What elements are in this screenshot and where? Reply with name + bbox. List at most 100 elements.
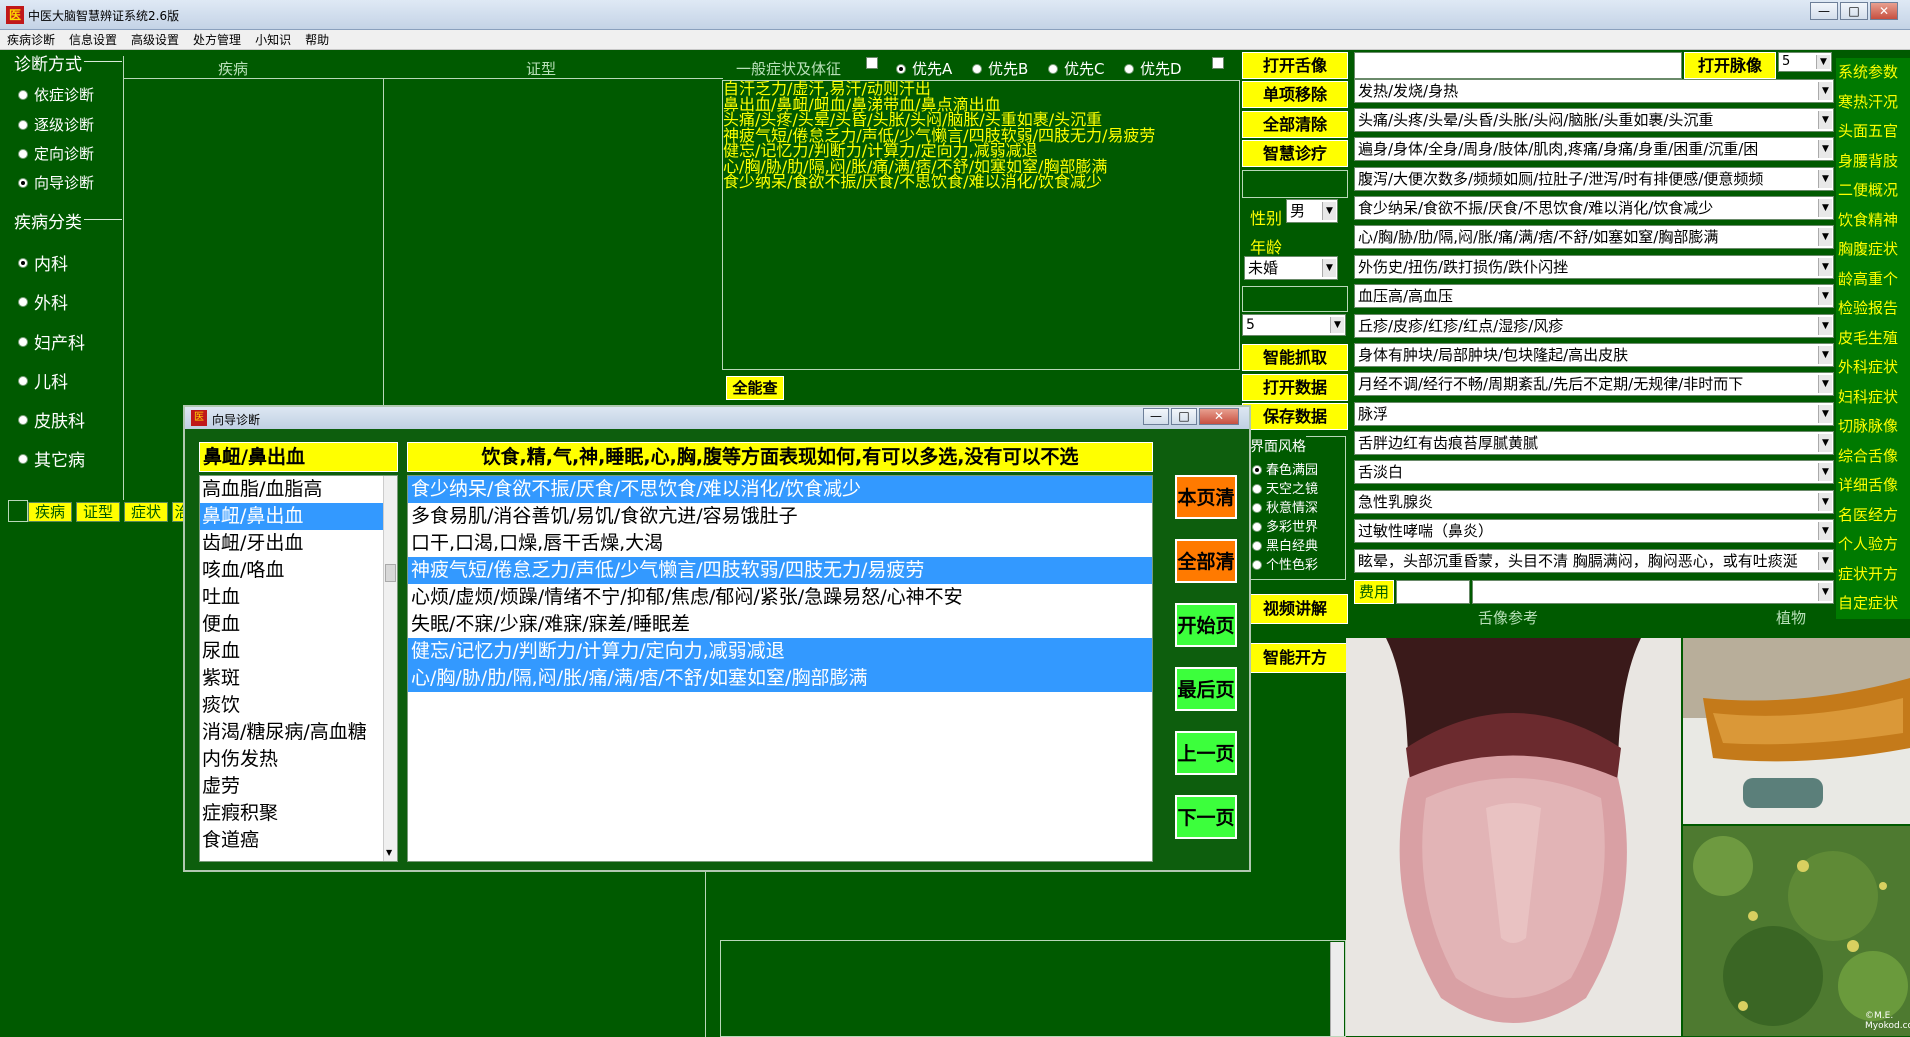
first-page-button[interactable]: 开始页 bbox=[1175, 603, 1237, 647]
nav-body-back-limbs[interactable]: 身腰背肢 bbox=[1836, 146, 1910, 176]
symptom-item[interactable]: 食少纳呆/食欲不振/厌食/不思饮食/难以消化/饮食减少 bbox=[408, 476, 1152, 503]
tab-symptom[interactable]: 症状 bbox=[124, 502, 168, 522]
symptom-combo[interactable]: 外伤史/扭伤/跌打损伤/跌仆闪挫 ▼ bbox=[1354, 255, 1834, 279]
list-item[interactable]: 便血 bbox=[200, 611, 397, 638]
next-page-button[interactable]: 下一页 bbox=[1175, 795, 1237, 839]
dialog-close-button[interactable]: ✕ bbox=[1199, 408, 1239, 425]
radio-dermatology[interactable]: 皮肤科 bbox=[18, 407, 85, 432]
nav-tongue-detail[interactable]: 详细舌像 bbox=[1836, 471, 1910, 501]
last-page-button[interactable]: 最后页 bbox=[1175, 667, 1237, 711]
menu-item-info-settings[interactable]: 信息设置 bbox=[62, 30, 124, 50]
radio-internal[interactable]: 内科 bbox=[18, 250, 68, 275]
list-item[interactable]: 虚劳 bbox=[200, 773, 397, 800]
list-scrollbar[interactable]: ▼ bbox=[383, 476, 397, 861]
list-item[interactable]: 食道癌 bbox=[200, 827, 397, 854]
symptom-combo[interactable]: 过敏性哮喘（鼻炎） ▼ bbox=[1354, 519, 1834, 543]
open-pulse-button[interactable]: 打开脉像 bbox=[1684, 52, 1776, 79]
scroll-down-icon[interactable]: ▼ bbox=[386, 848, 392, 857]
symptom-combo[interactable]: 心/胸/胁/肋/隔,闷/胀/痛/满/痞/不舒/如塞如窒/胸部膨满 ▼ bbox=[1354, 225, 1834, 249]
radio-directed[interactable]: 定向诊断 bbox=[18, 143, 94, 164]
pulse-count-select[interactable]: 5 ▼ bbox=[1778, 52, 1832, 72]
symptom-combo[interactable]: 眩晕，头部沉重昏蒙，头目不清 胸膈满闷，胸闷恶心，或有吐痰涎 ▼ bbox=[1354, 549, 1834, 573]
list-item[interactable]: 紫斑 bbox=[200, 665, 397, 692]
list-item[interactable]: 消渴/糖尿病/高血糖 bbox=[200, 719, 397, 746]
symptom-item[interactable]: 心/胸/胁/肋/隔,闷/胀/痛/满/痞/不舒/如塞如窒/胸部膨满 bbox=[408, 665, 1152, 692]
radio-style-spring[interactable]: 春色满园 bbox=[1252, 459, 1318, 478]
radio-guided[interactable]: 向导诊断 bbox=[18, 172, 94, 193]
nav-personal-formulas[interactable]: 个人验方 bbox=[1836, 530, 1910, 560]
menu-item-disease-diagnosis[interactable]: 疾病诊断 bbox=[0, 30, 62, 50]
radio-step-by-step[interactable]: 逐级诊断 bbox=[18, 114, 94, 135]
symptom-item[interactable]: 神疲气短/倦怠乏力/声低/少气懒言/四肢软弱/四肢无力/易疲劳 bbox=[408, 557, 1152, 584]
radio-priority-b[interactable]: 优先B bbox=[972, 58, 1028, 79]
nav-chest-abdomen[interactable]: 胸腹症状 bbox=[1836, 235, 1910, 265]
list-item[interactable]: 高血脂/血脂高 bbox=[200, 476, 397, 503]
radio-style-sky[interactable]: 天空之镜 bbox=[1252, 478, 1318, 497]
radio-surgery[interactable]: 外科 bbox=[18, 289, 68, 314]
query-all-button[interactable]: 全能查 bbox=[726, 376, 784, 400]
list-item[interactable]: 鼻衄/鼻出血 bbox=[200, 503, 397, 530]
list-item[interactable]: 尿血 bbox=[200, 638, 397, 665]
maximize-button[interactable]: □ bbox=[1840, 2, 1868, 20]
list-item[interactable]: 咳血/咯血 bbox=[200, 557, 397, 584]
nav-cold-heat-sweat[interactable]: 寒热汗况 bbox=[1836, 87, 1910, 117]
minimize-button[interactable]: — bbox=[1810, 2, 1838, 20]
nav-system-params[interactable]: 系统参数 bbox=[1836, 58, 1910, 88]
list-item[interactable]: 痰饮 bbox=[200, 692, 397, 719]
tab-disease[interactable]: 疾病 bbox=[28, 502, 72, 522]
nav-head-face[interactable]: 头面五官 bbox=[1836, 117, 1910, 147]
smart-fetch-button[interactable]: 智能抓取 bbox=[1242, 344, 1348, 371]
marital-select[interactable]: 未婚 ▼ bbox=[1244, 256, 1338, 280]
list-item[interactable]: 吐血 bbox=[200, 584, 397, 611]
menu-item-prescription[interactable]: 处方管理 bbox=[186, 30, 248, 50]
nav-gyn-symptoms[interactable]: 妇科症状 bbox=[1836, 382, 1910, 412]
menu-item-help[interactable]: 帮助 bbox=[298, 30, 336, 50]
nav-diet-spirit[interactable]: 饮食精神 bbox=[1836, 205, 1910, 235]
nav-custom-symptoms[interactable]: 自定症状 bbox=[1836, 589, 1910, 619]
save-data-button[interactable]: 保存数据 bbox=[1242, 403, 1348, 430]
nav-surgical-symptoms[interactable]: 外科症状 bbox=[1836, 353, 1910, 383]
symptom-combo[interactable]: 食少纳呆/食欲不振/厌食/不思饮食/难以消化/饮食减少 ▼ bbox=[1354, 196, 1834, 220]
nav-famous-formulas[interactable]: 名医经方 bbox=[1836, 500, 1910, 530]
clear-all-dialog-button[interactable]: 全部清 bbox=[1175, 539, 1237, 583]
symptom-combo[interactable]: 身体有肿块/局部肿块/包块隆起/高出皮肤 ▼ bbox=[1354, 343, 1834, 367]
symptom-combo[interactable]: 丘疹/皮疹/红疹/红点/湿疹/风疹 ▼ bbox=[1354, 314, 1834, 338]
symptom-combo[interactable]: 急性乳腺炎 ▼ bbox=[1354, 490, 1834, 514]
dialog-symptom-list[interactable]: 食少纳呆/食欲不振/厌食/不思饮食/难以消化/饮食减少 多食易肌/消谷善饥/易饥… bbox=[407, 475, 1153, 862]
symptom-combo[interactable]: 头痛/头疼/头晕/头昏/头胀/头闷/脑胀/头重如裹/头沉重 ▼ bbox=[1354, 108, 1834, 132]
priority-checkbox[interactable] bbox=[1212, 57, 1224, 69]
radio-style-classic[interactable]: 黑白经典 bbox=[1252, 535, 1318, 554]
disease-list[interactable] bbox=[124, 79, 382, 407]
pulse-input[interactable] bbox=[1354, 52, 1682, 79]
symptom-combo[interactable]: 血压高/高血压 ▼ bbox=[1354, 284, 1834, 308]
nav-bowel-urine[interactable]: 二便概况 bbox=[1836, 176, 1910, 206]
nav-tongue-summary[interactable]: 综合舌像 bbox=[1836, 441, 1910, 471]
general-symptom-area[interactable]: 自汗乏力/虚汗,易汗/动则汗出 鼻出血/鼻衄/衄血/鼻涕带血/鼻点滴出血 头痛/… bbox=[722, 80, 1240, 370]
video-guide-button[interactable]: 视频讲解 bbox=[1242, 594, 1348, 624]
count-select[interactable]: 5 ▼ bbox=[1242, 314, 1346, 336]
symptom-combo[interactable]: 月经不调/经行不畅/周期紊乱/先后不定期/无规律/非时而下 ▼ bbox=[1354, 372, 1834, 396]
dialog-disease-list[interactable]: 高血脂/血脂高 鼻衄/鼻出血 齿衄/牙出血 咳血/咯血 吐血 便血 尿血 紫斑 … bbox=[199, 475, 398, 862]
radio-priority-a[interactable]: 优先A bbox=[896, 58, 952, 79]
radio-other[interactable]: 其它病 bbox=[18, 446, 85, 471]
symptom-item[interactable]: 多食易肌/消谷善饥/易饥/食欲亢进/容易饿肚子 bbox=[408, 503, 1152, 530]
symptom-combo[interactable]: 腹泻/大便次数多/频频如厕/拉肚子/泄泻/时有排便感/便意频频 ▼ bbox=[1354, 167, 1834, 191]
list-item[interactable]: 齿衄/牙出血 bbox=[200, 530, 397, 557]
list-item[interactable]: 症瘕积聚 bbox=[200, 800, 397, 827]
radio-style-custom[interactable]: 个性色彩 bbox=[1252, 554, 1318, 573]
radio-by-symptom[interactable]: 依症诊断 bbox=[18, 84, 94, 105]
radio-style-autumn[interactable]: 秋意情深 bbox=[1252, 497, 1318, 516]
nav-pulse[interactable]: 切脉脉像 bbox=[1836, 412, 1910, 442]
close-button[interactable]: ✕ bbox=[1870, 2, 1898, 20]
symptom-item[interactable]: 口干,口渴,口燥,唇干舌燥,大渴 bbox=[408, 530, 1152, 557]
clear-all-button[interactable]: 全部清除 bbox=[1242, 111, 1348, 138]
fee-detail-select[interactable]: ▼ bbox=[1472, 580, 1834, 604]
smart-diagnose-button[interactable]: 智慧诊疗 bbox=[1242, 140, 1348, 167]
symptom-combo[interactable]: 舌胖边红有齿痕苔厚腻黄腻 ▼ bbox=[1354, 431, 1834, 455]
menu-item-tips[interactable]: 小知识 bbox=[248, 30, 298, 50]
result-area[interactable] bbox=[720, 940, 1346, 1037]
remove-item-button[interactable]: 单项移除 bbox=[1242, 81, 1348, 108]
symptom-combo[interactable]: 遍身/身体/全身/周身/肢体/肌肉,疼痛/身痛/身重/困重/沉重/困 ▼ bbox=[1354, 137, 1834, 161]
symptom-combo[interactable]: 舌淡白 ▼ bbox=[1354, 460, 1834, 484]
gender-select[interactable]: 男 ▼ bbox=[1286, 199, 1338, 223]
